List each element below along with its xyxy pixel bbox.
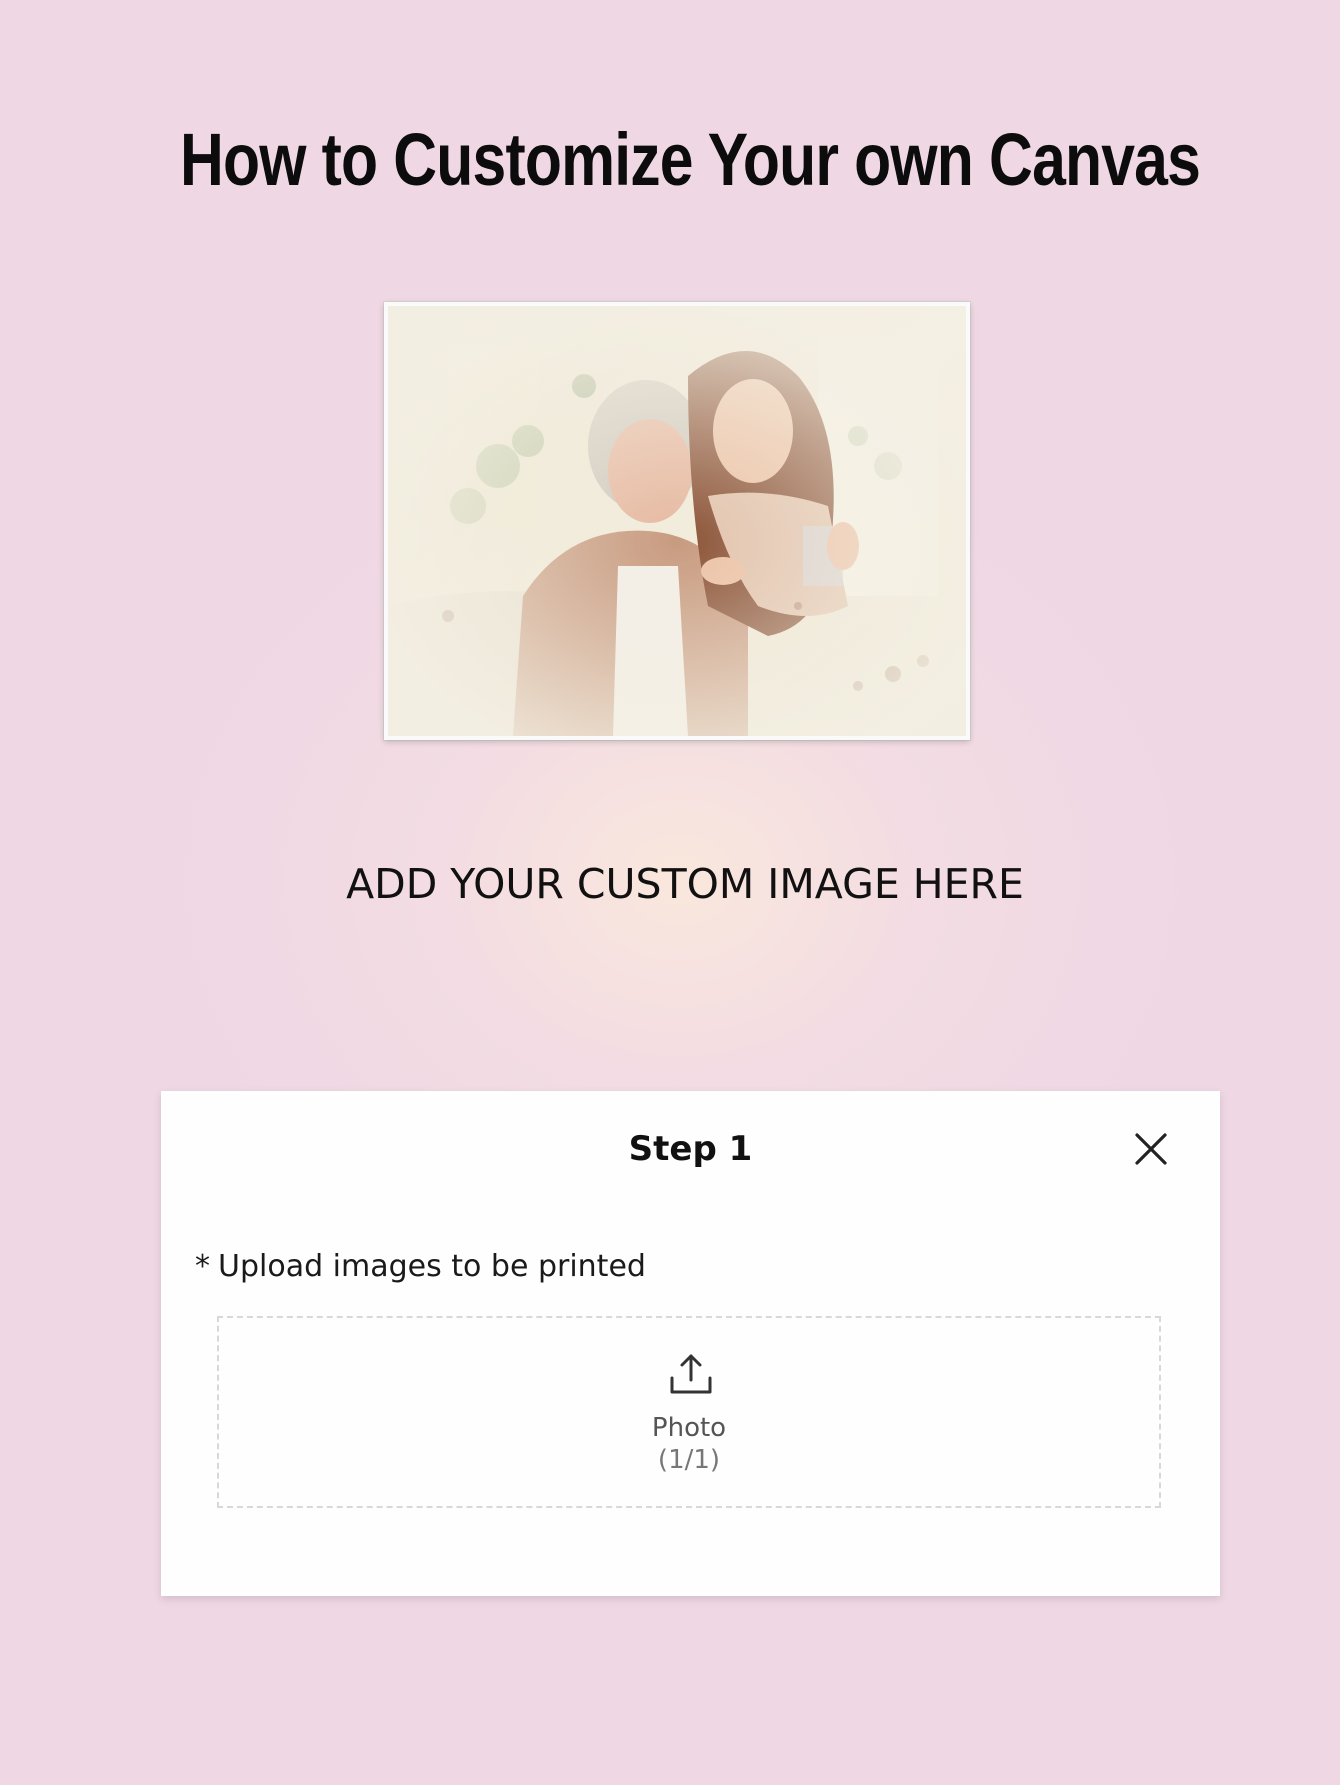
close-icon [1135, 1133, 1167, 1165]
canvas-preview [384, 302, 970, 740]
step-dialog: Step 1 * Upload images to be printed Phot… [161, 1091, 1220, 1596]
add-custom-image-heading: ADD YOUR CUSTOM IMAGE HERE [346, 860, 1024, 908]
upload-label-text: Upload images to be printed [218, 1249, 646, 1284]
page-title: How to Customize Your own Canvas [179, 118, 1201, 201]
canvas-photo-image [388, 306, 966, 736]
photo-count: (1/1) [657, 1445, 721, 1475]
photo-label: Photo [651, 1413, 727, 1443]
photo-upload-dropzone[interactable]: Photo (1/1) [217, 1316, 1161, 1508]
required-mark: * [195, 1249, 210, 1284]
close-button[interactable] [1129, 1127, 1173, 1171]
dialog-title: Step 1 [628, 1129, 753, 1169]
upload-icon [665, 1348, 717, 1400]
upload-label: * Upload images to be printed [195, 1247, 646, 1287]
